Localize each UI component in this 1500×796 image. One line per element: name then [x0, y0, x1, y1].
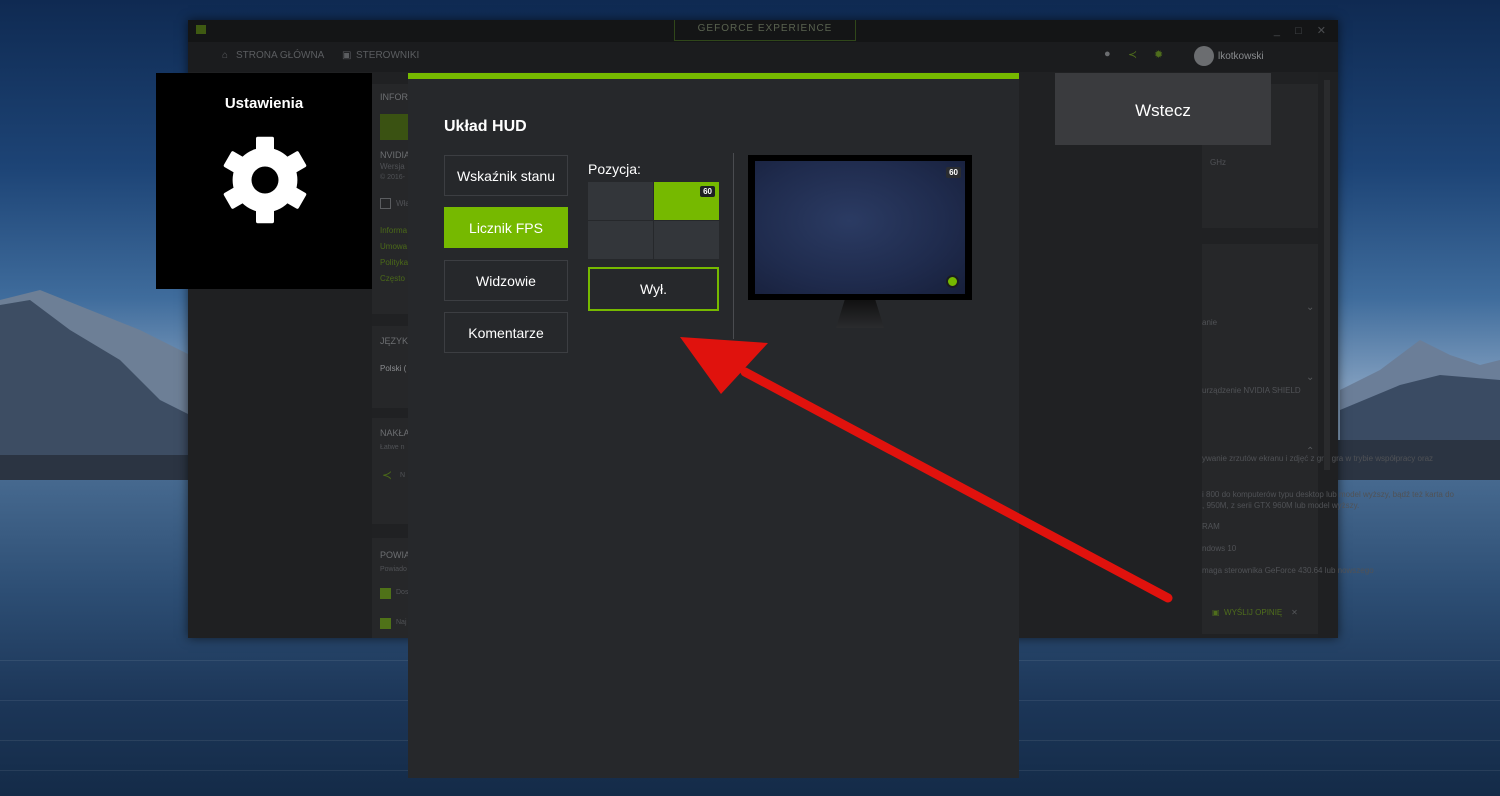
annotation-arrow-icon — [680, 337, 1173, 603]
